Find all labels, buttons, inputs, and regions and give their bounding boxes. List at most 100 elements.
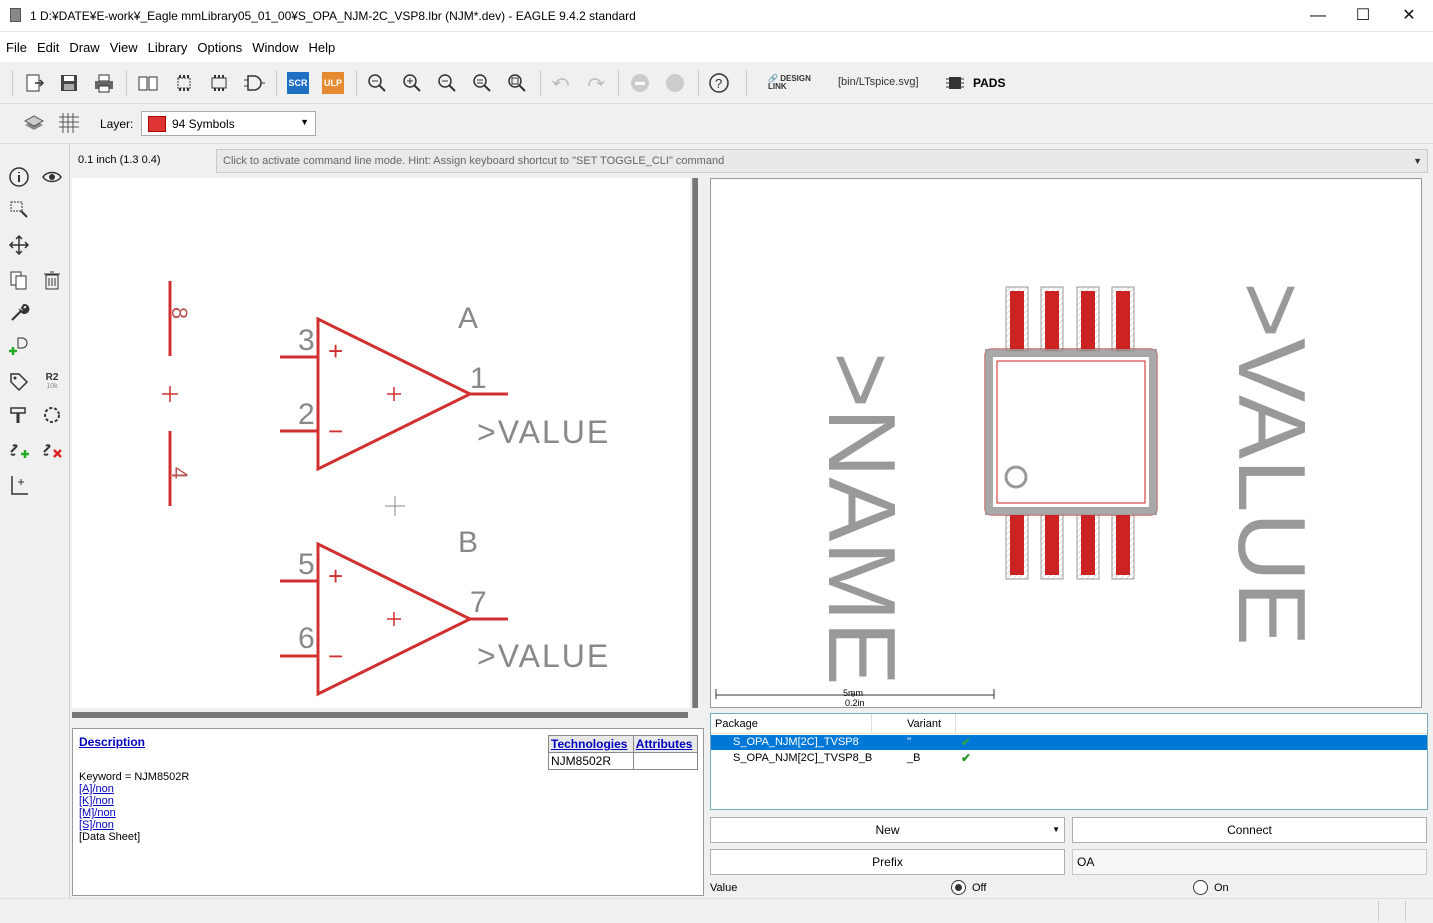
col-package[interactable]: Package [715, 718, 758, 730]
table-header: Package Variant [711, 714, 1427, 734]
table-row[interactable]: S_OPA_NJM[2C]_TVSP8 '' ✔ [711, 735, 1427, 750]
stop-icon[interactable] [626, 69, 654, 97]
value-off-radio[interactable] [951, 880, 966, 895]
connect-remove-icon[interactable] [39, 436, 65, 462]
window-title: 1 D:¥DATE¥E-work¥_Eagle mmLibrary05_01_0… [30, 9, 636, 23]
connect-button[interactable]: Connect [1072, 817, 1427, 843]
power-pin-8: 8 [167, 306, 193, 320]
horizontal-scrollbar[interactable] [72, 712, 688, 718]
gate-a-pin-out: 1 [470, 362, 487, 395]
zoom-fit-icon[interactable] [363, 69, 391, 97]
row-package: S_OPA_NJM[2C]_TVSP8 [733, 736, 859, 748]
footprint-icon[interactable] [205, 69, 233, 97]
grid-icon[interactable] [55, 109, 83, 137]
attribute-cell[interactable] [632, 752, 699, 770]
col-variant[interactable]: Variant [907, 718, 941, 730]
redo-icon[interactable] [582, 69, 610, 97]
technologies-header[interactable]: Technologies [548, 735, 634, 753]
prefix-button[interactable]: Prefix [710, 849, 1065, 875]
symbol-gate-icon[interactable] [240, 69, 268, 97]
select-group-icon[interactable] [6, 197, 32, 223]
zoom-out-icon[interactable] [433, 69, 461, 97]
chip-icon [946, 77, 964, 89]
value-button[interactable]: R2 10k [39, 369, 65, 395]
menu-file[interactable]: File [6, 40, 27, 55]
row-variant: '' [907, 736, 912, 748]
link-m-non[interactable]: [M]/non [79, 807, 116, 819]
gate-b-name: B [458, 526, 479, 559]
layer-select[interactable]: 94 Symbols ▼ [141, 111, 316, 136]
menu-options[interactable]: Options [197, 40, 242, 55]
link-s-non[interactable]: [S]/non [79, 819, 114, 831]
menu-edit[interactable]: Edit [37, 40, 59, 55]
help-icon[interactable]: ? [705, 69, 733, 97]
pads-button[interactable]: PADS [945, 74, 1005, 92]
undo-icon[interactable] [547, 69, 575, 97]
prefix-field[interactable]: OA [1072, 849, 1427, 875]
wrench-icon[interactable] [6, 300, 32, 326]
minimize-button[interactable]: — [1295, 0, 1341, 32]
table-row[interactable]: S_OPA_NJM[2C]_TVSP8_B _B ✔ [711, 751, 1427, 766]
zoom-select-icon[interactable] [503, 69, 531, 97]
change-icon[interactable] [39, 402, 65, 428]
go-icon[interactable] [661, 69, 689, 97]
menu-view[interactable]: View [110, 40, 138, 55]
value-on-radio[interactable] [1193, 880, 1208, 895]
script-button[interactable]: SCR [284, 69, 312, 97]
maximize-button[interactable]: ☐ [1340, 0, 1386, 32]
ulp-button[interactable]: ULP [319, 69, 347, 97]
layer-color-swatch [148, 116, 166, 132]
command-line[interactable]: Click to activate command line mode. Hin… [216, 149, 1428, 173]
technology-cell[interactable]: NJM8502R [548, 752, 634, 770]
add-gate-icon[interactable] [6, 334, 32, 360]
design-link-button[interactable]: 🔗 DESIGN LINK [768, 75, 818, 91]
menu-library[interactable]: Library [148, 40, 188, 55]
layers-icon[interactable] [20, 109, 48, 137]
zoom-in-icon[interactable] [398, 69, 426, 97]
scale-mm: 5mm [843, 688, 863, 698]
smash-brush-icon[interactable] [6, 402, 32, 428]
vertical-scrollbar[interactable] [692, 178, 698, 708]
chevron-down-icon[interactable]: ▼ [1413, 156, 1422, 166]
tag-name-icon[interactable] [6, 369, 32, 395]
value-r2-label: R2 [45, 372, 59, 383]
attributes-header[interactable]: Attributes [632, 735, 699, 753]
show-eye-icon[interactable] [39, 164, 65, 190]
menu-draw[interactable]: Draw [69, 40, 99, 55]
link-k-non[interactable]: [K]/non [79, 795, 114, 807]
new-file-icon[interactable] [20, 69, 48, 97]
ulp-label: ULP [322, 72, 344, 94]
dimension-axis-icon[interactable] [6, 472, 32, 498]
copy-icon[interactable] [6, 267, 32, 293]
gate-a-pin-pos: 3 [298, 324, 315, 357]
keyword-text: Keyword = NJM8502R [79, 771, 190, 783]
move-icon[interactable] [6, 232, 32, 258]
save-icon[interactable] [55, 69, 83, 97]
library-book-icon[interactable] [134, 69, 162, 97]
value-label: Value [710, 882, 738, 894]
package-variant-table: Package Variant S_OPA_NJM[2C]_TVSP8 '' ✔… [710, 713, 1428, 810]
menu-window[interactable]: Window [252, 40, 298, 55]
gate-a-value: >VALUE [477, 414, 611, 450]
description-link[interactable]: Description [79, 735, 145, 749]
zoom-redraw-icon[interactable] [468, 69, 496, 97]
gate-b-plus: + [328, 561, 344, 591]
delete-trash-icon[interactable] [39, 267, 65, 293]
new-button[interactable]: New ▼ [710, 817, 1065, 843]
menu-help[interactable]: Help [308, 40, 335, 55]
connect-add-icon[interactable] [6, 436, 32, 462]
link-a-non[interactable]: [A]/non [79, 783, 114, 795]
symbol-canvas[interactable]: 8 4 A 3 2 1 + − >VALUE B 5 6 7 + − >VALU… [72, 178, 690, 708]
scale-in: 0.2in [845, 698, 865, 708]
gate-a-minus: − [328, 416, 344, 446]
chevron-down-icon: ▼ [300, 117, 309, 127]
info-icon[interactable] [6, 164, 32, 190]
ltspice-button[interactable]: [bin/LTspice.svg] [838, 76, 919, 88]
gate-a-name: A [458, 302, 479, 335]
layer-label: Layer: [100, 117, 134, 131]
package-icon[interactable] [170, 69, 198, 97]
print-icon[interactable] [90, 69, 118, 97]
scr-label: SCR [287, 72, 309, 94]
value-on-label: On [1214, 882, 1229, 894]
close-button[interactable]: ✕ [1386, 0, 1432, 32]
